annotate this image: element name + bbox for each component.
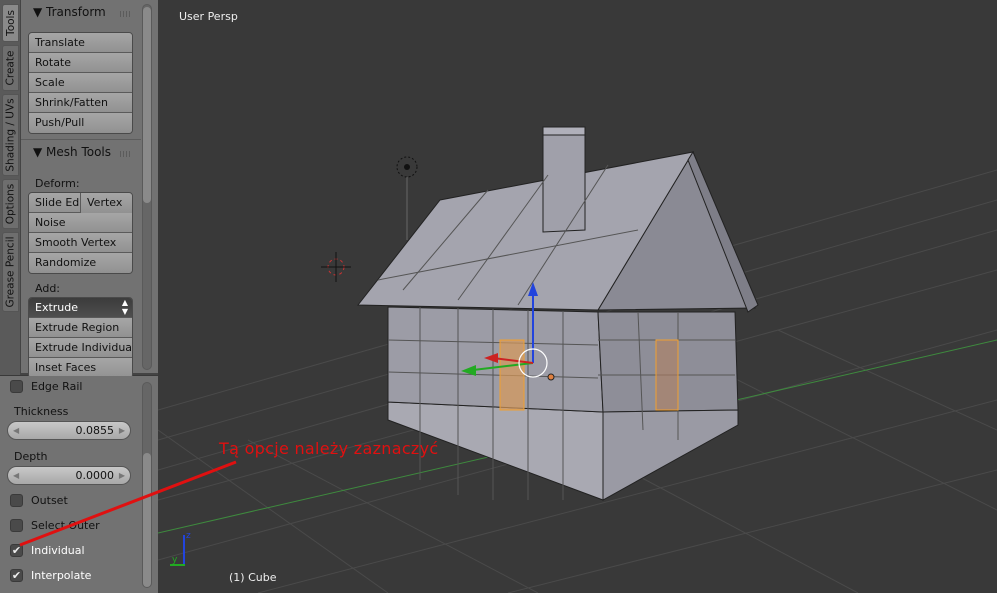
edge-rail-label: Edge Rail (31, 380, 83, 393)
divider (21, 139, 141, 140)
viewport-scene: zy (158, 126, 997, 593)
interpolate-checkbox[interactable]: ✔ (10, 569, 23, 582)
edge-rail-checkbox[interactable] (10, 380, 23, 393)
rotate-button[interactable]: Rotate (29, 53, 132, 73)
tool-shelf: ▼ Transform Translate Rotate Scale Shrin… (21, 0, 158, 379)
axis-z-label: z (186, 531, 191, 541)
outset-label: Outset (31, 494, 68, 507)
3d-cursor-icon[interactable] (321, 252, 351, 282)
updown-arrows-icon: ▲ ▼ (121, 298, 128, 316)
transform-title: Transform (46, 5, 106, 19)
lamp-icon[interactable] (396, 156, 418, 240)
tool-shelf-scrollbar[interactable] (142, 4, 152, 370)
tool-shelf-tabs: Tools Create Shading / UVs Options Greas… (0, 0, 21, 375)
noise-button[interactable]: Noise (29, 213, 132, 233)
tab-label: Grease Pencil (4, 236, 17, 308)
extrude-individual-button[interactable]: Extrude Individual (29, 338, 132, 358)
push-pull-button[interactable]: Push/Pull (29, 113, 132, 133)
operator-panel: Edge Rail Thickness ◀ 0.0855 ▶ Depth ◀ 0.00… (0, 376, 158, 593)
tab-tools[interactable]: Tools (2, 4, 19, 42)
slide-edge-button[interactable]: Slide Ed (29, 193, 81, 213)
tab-options[interactable]: Options (2, 179, 19, 229)
selected-face-front[interactable] (499, 339, 525, 411)
scale-button[interactable]: Scale (29, 73, 132, 93)
view-name: User Persp (179, 10, 238, 23)
tab-shading-uvs[interactable]: Shading / UVs (2, 94, 19, 176)
add-label: Add: (35, 282, 61, 295)
tab-label: Create (4, 50, 17, 86)
translate-button[interactable]: Translate (29, 33, 132, 53)
tab-label: Options (4, 183, 17, 225)
drag-grip-icon[interactable] (120, 11, 132, 17)
operator-scrollbar[interactable] (142, 382, 152, 588)
mesh-tools-title: Mesh Tools (46, 145, 112, 159)
active-object-name: (1) Cube (229, 571, 277, 584)
deform-buttons: Slide Ed Vertex Noise Smooth Vertex Rando… (28, 192, 133, 274)
drag-grip-icon[interactable] (120, 151, 132, 157)
mesh-tools-header[interactable]: ▼ Mesh Tools (33, 145, 111, 159)
thickness-field[interactable]: ◀ 0.0855 ▶ (7, 421, 131, 440)
axis-y-label: y (172, 555, 178, 565)
smooth-vertex-button[interactable]: Smooth Vertex (29, 233, 132, 253)
select-outer-label: Select Outer (31, 519, 100, 532)
depth-value: 0.0000 (75, 469, 115, 482)
extrude-select[interactable]: Extrude ▲ ▼ (29, 298, 132, 318)
3d-viewport[interactable]: zy User Persp (1) Cube (158, 0, 997, 593)
axis-navigator-icon: zy (170, 531, 191, 566)
outset-checkbox[interactable] (10, 494, 23, 507)
tab-label: Shading / UVs (4, 98, 17, 172)
inset-faces-button[interactable]: Inset Faces (29, 358, 132, 378)
vertex-slide-button[interactable]: Vertex (81, 193, 132, 213)
depth-label: Depth (14, 450, 48, 463)
tab-create[interactable]: Create (2, 45, 19, 91)
shrink-fatten-button[interactable]: Shrink/Fatten (29, 93, 132, 113)
select-outer-checkbox[interactable] (10, 519, 23, 532)
transform-header[interactable]: ▼ Transform (33, 5, 106, 19)
extrude-region-button[interactable]: Extrude Region (29, 318, 132, 338)
add-buttons: Extrude ▲ ▼ Extrude Region Extrude Individ… (28, 297, 133, 379)
tab-grease-pencil[interactable]: Grease Pencil (2, 232, 19, 312)
tab-label: Tools (4, 10, 17, 36)
thickness-value: 0.0855 (75, 424, 115, 437)
annotation-text: Tą opcje należy zaznaczyć (219, 439, 439, 458)
depth-field[interactable]: ◀ 0.0000 ▶ (7, 466, 131, 485)
randomize-button[interactable]: Randomize (29, 253, 132, 273)
selected-face-side[interactable] (655, 339, 679, 411)
extrude-select-value: Extrude (35, 301, 79, 314)
interpolate-label: Interpolate (31, 569, 92, 582)
deform-label: Deform: (35, 177, 80, 190)
thickness-label: Thickness (14, 405, 69, 418)
individual-checkbox[interactable]: ✔ (10, 544, 23, 557)
individual-label: Individual (31, 544, 85, 557)
transform-buttons: Translate Rotate Scale Shrink/Fatten Pus… (28, 32, 133, 134)
